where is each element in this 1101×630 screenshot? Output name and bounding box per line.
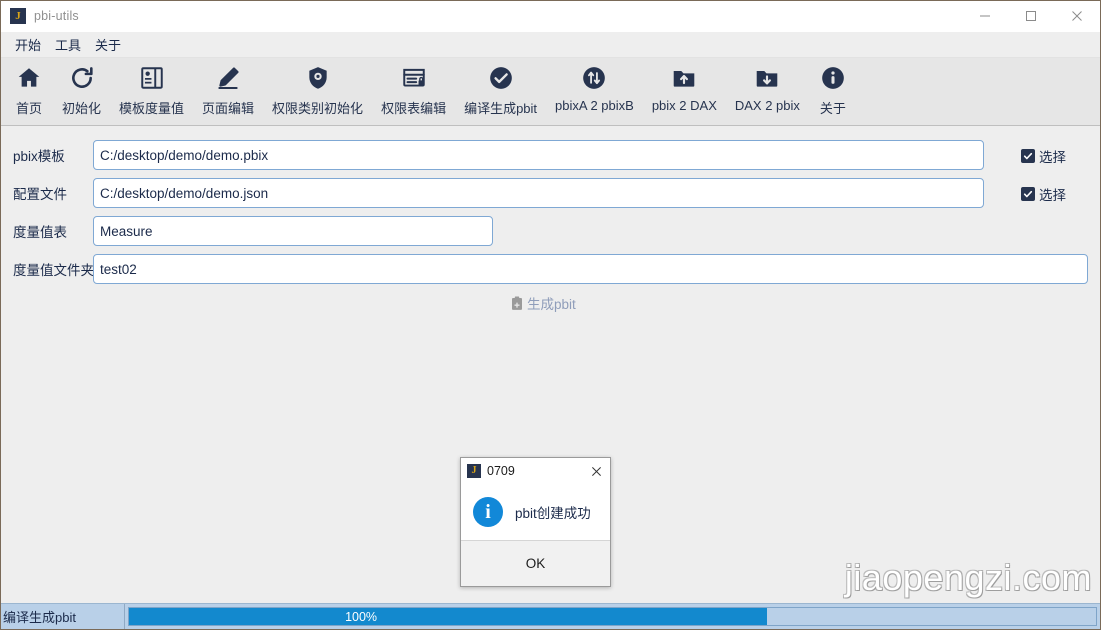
toolbar-label-init: 初始化 — [62, 101, 102, 116]
folder-up-icon — [669, 63, 699, 93]
status-bar: 编译生成pbit 100% — [1, 603, 1100, 629]
generate-pbit-label: 生成pbit — [527, 297, 576, 312]
config-file-input[interactable] — [93, 178, 984, 208]
window-title: pbi-utils — [34, 9, 79, 23]
field-label-pbix-template: pbix模板 — [13, 149, 65, 164]
close-icon[interactable] — [1054, 1, 1100, 32]
info-icon: i — [473, 497, 503, 527]
field-row-config-file: 配置文件 — [13, 178, 984, 208]
checkbox-checked-icon — [1021, 149, 1035, 163]
toolbar-label-about: 关于 — [819, 101, 846, 116]
progress-track: 100% — [128, 607, 1097, 626]
toolbar-button-page-edit[interactable]: 页面编辑 — [193, 58, 263, 117]
minimize-icon[interactable] — [962, 1, 1008, 32]
dialog-title-bar: J 0709 — [461, 458, 610, 484]
field-label-config-file: 配置文件 — [13, 187, 67, 202]
toolbar-label-permission-category-init: 权限类别初始化 — [272, 101, 364, 116]
maximize-icon[interactable] — [1008, 1, 1054, 32]
tool-bar: 首页 初始化 模板度量值 页面编辑 权限类别初始化 权限表编辑 编译生成pbit… — [1, 58, 1100, 126]
window-controls — [962, 1, 1100, 32]
toolbar-button-compile-pbit[interactable]: 编译生成pbit — [455, 58, 546, 117]
toolbar-button-pbixa-2-pbixb[interactable]: pbixA 2 pbixB — [546, 58, 643, 113]
toolbar-button-init[interactable]: 初始化 — [53, 58, 110, 117]
field-row-pbix-template: pbix模板 — [13, 140, 984, 170]
progress-percent-label: 100% — [345, 609, 378, 624]
toolbar-button-pbix-2-dax[interactable]: pbix 2 DAX — [643, 58, 726, 113]
dialog-app-icon: J — [467, 464, 481, 478]
dialog-message: pbit创建成功 — [515, 506, 591, 521]
dialog-body: i pbit创建成功 — [461, 484, 610, 540]
toolbar-label-page-edit: 页面编辑 — [202, 101, 255, 116]
toolbar-button-permission-table-edit[interactable]: 权限表编辑 — [372, 58, 455, 117]
checkbox-label-browse-pbix-template: 选择 — [1039, 150, 1066, 165]
check-circle-icon — [486, 63, 516, 93]
message-dialog: J 0709 i pbit创建成功 OK — [460, 457, 611, 587]
folder-down-icon — [752, 63, 782, 93]
checkbox-browse-config-file[interactable]: 选择 — [1021, 184, 1066, 204]
measure-folder-input[interactable] — [93, 254, 1088, 284]
transfer-circle-icon — [579, 63, 609, 93]
dialog-footer: OK — [461, 540, 610, 586]
dialog-ok-button[interactable]: OK — [508, 552, 564, 575]
toolbar-button-about[interactable]: 关于 — [809, 58, 857, 117]
info-circle-icon — [818, 63, 848, 93]
menu-item-tools[interactable]: 工具 — [49, 33, 87, 56]
refresh-icon — [67, 63, 97, 93]
field-row-measure-folder: 度量值文件夹 — [13, 254, 1088, 284]
shield-icon — [303, 63, 333, 93]
toolbar-label-template-measure: 模板度量值 — [119, 101, 185, 116]
progress-bar: 100% — [125, 604, 1100, 629]
dialog-title: 0709 — [487, 464, 515, 478]
toolbar-button-dax-2-pbix[interactable]: DAX 2 pbix — [726, 58, 809, 113]
generate-pbit-button[interactable]: 生成pbit — [510, 293, 576, 313]
field-label-measure-table: 度量值表 — [13, 225, 67, 240]
menu-item-about[interactable]: 关于 — [89, 33, 127, 56]
pbix-template-input[interactable] — [93, 140, 984, 170]
clipboard-add-icon — [510, 296, 524, 311]
home-icon — [14, 63, 44, 93]
field-row-measure-table: 度量值表 — [13, 216, 493, 246]
field-label-measure-folder: 度量值文件夹 — [13, 263, 94, 278]
pencil-icon — [213, 63, 243, 93]
toolbar-button-permission-category-init[interactable]: 权限类别初始化 — [263, 58, 372, 117]
status-task-label: 编译生成pbit — [1, 604, 125, 629]
title-bar: J pbi-utils — [1, 1, 1100, 32]
toolbar-label-pbix-2-dax: pbix 2 DAX — [651, 98, 717, 113]
toolbar-label-permission-table-edit: 权限表编辑 — [381, 101, 447, 116]
toolbar-label-home: 首页 — [15, 101, 42, 116]
toolbar-label-pbixa-2-pbixb: pbixA 2 pbixB — [555, 98, 634, 113]
app-logo-icon: J — [10, 8, 26, 24]
toolbar-label-compile-pbit: 编译生成pbit — [464, 101, 538, 116]
template-panel-icon — [137, 63, 167, 93]
application-window: J pbi-utils 开始 工具 关于 首页 初始化 模板度量值 页面编辑 权… — [0, 0, 1101, 630]
table-lock-icon — [399, 63, 429, 93]
watermark: jiaopengzi.com — [844, 557, 1092, 598]
measure-table-input[interactable] — [93, 216, 493, 246]
dialog-close-icon[interactable] — [586, 461, 606, 481]
checkbox-browse-pbix-template[interactable]: 选择 — [1021, 146, 1066, 166]
checkbox-checked-icon — [1021, 187, 1035, 201]
toolbar-button-home[interactable]: 首页 — [5, 58, 53, 117]
title-bar-left: J pbi-utils — [1, 8, 79, 24]
menu-bar: 开始 工具 关于 — [1, 32, 1100, 58]
menu-item-start[interactable]: 开始 — [9, 33, 47, 56]
main-content: pbix模板 选择 配置文件 选择 度量值表 度量值文件夹 — [1, 126, 1100, 603]
checkbox-label-browse-config-file: 选择 — [1039, 188, 1066, 203]
toolbar-label-dax-2-pbix: DAX 2 pbix — [734, 98, 800, 113]
toolbar-button-template-measure[interactable]: 模板度量值 — [110, 58, 193, 117]
